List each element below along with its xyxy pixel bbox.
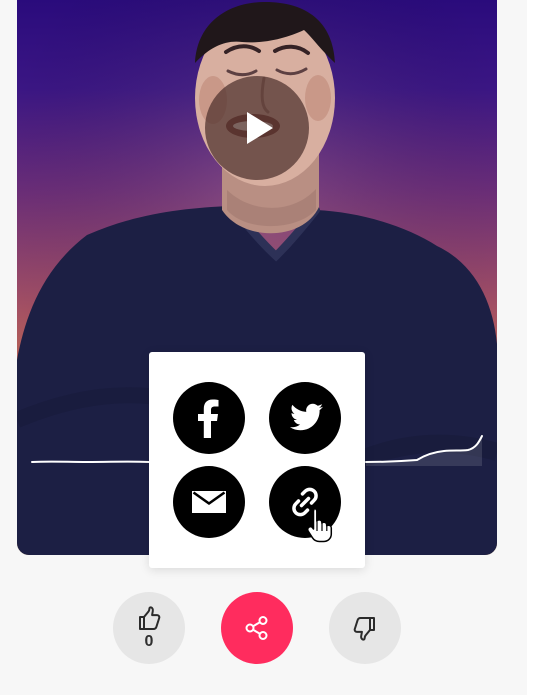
like-button[interactable]: 0 <box>113 592 185 664</box>
share-popup <box>149 352 365 568</box>
email-share-button[interactable] <box>173 466 245 538</box>
play-button[interactable] <box>205 76 309 180</box>
link-icon <box>292 487 318 517</box>
copy-link-button[interactable] <box>269 466 341 538</box>
play-icon <box>247 112 273 144</box>
share-button[interactable] <box>221 592 293 664</box>
thumbs-up-icon <box>139 606 161 630</box>
email-icon <box>192 491 226 513</box>
twitter-share-button[interactable] <box>269 382 341 454</box>
twitter-icon <box>290 403 323 431</box>
facebook-icon <box>198 399 219 438</box>
facebook-share-button[interactable] <box>173 382 245 454</box>
dislike-button[interactable] <box>329 592 401 664</box>
share-icon <box>245 616 268 640</box>
right-edge-strip <box>527 0 534 695</box>
like-count: 0 <box>144 633 154 650</box>
thumbs-down-icon <box>353 617 375 641</box>
